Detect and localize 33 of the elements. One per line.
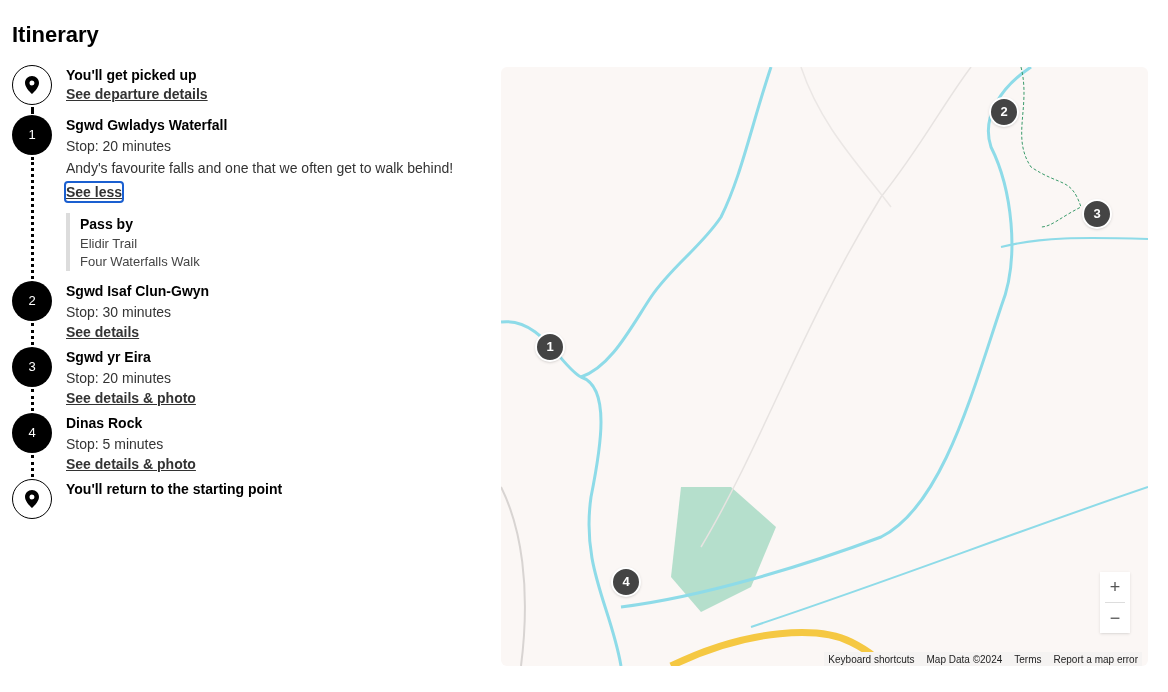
map-footer-link[interactable]: Map Data ©2024 — [926, 651, 1003, 666]
details-link[interactable]: See less — [66, 183, 123, 201]
step-title: Sgwd Gwladys Waterfall — [66, 116, 228, 135]
zoom-in-button[interactable]: + — [1100, 572, 1130, 602]
pass-by-heading: Pass by — [80, 215, 134, 234]
step-title: Sgwd Isaf Clun-Gwyn — [66, 282, 210, 301]
stop-number: 3 — [12, 347, 52, 387]
map-footer-link[interactable]: Terms — [1014, 651, 1042, 666]
stop-number: 1 — [12, 115, 52, 155]
map-footer-link[interactable]: Keyboard shortcuts — [828, 651, 915, 666]
details-link[interactable]: See departure details — [66, 85, 208, 103]
step-title: You'll return to the starting point — [66, 480, 283, 499]
map[interactable]: 1 2 3 4 + − Keyboard shortcuts Map Data ©2024 Terms Report a map error — [501, 67, 1148, 666]
details-link[interactable]: See details & photo — [66, 389, 196, 407]
stop-duration: Stop: 20 minutes — [66, 137, 172, 156]
stop-description: Andy's favourite falls and one that we often get to walk behind! — [66, 159, 454, 178]
pass-by-item: Elidir Trail — [80, 235, 139, 253]
step-title: Dinas Rock — [66, 414, 143, 433]
stop-number: 4 — [12, 413, 52, 453]
step-title: Sgwd yr Eira — [66, 348, 151, 367]
location-pin-icon — [25, 76, 39, 94]
itinerary-title: Itinerary — [12, 21, 100, 49]
step-title: You'll get picked up — [66, 66, 197, 85]
zoom-out-button[interactable]: − — [1100, 603, 1130, 633]
location-pin-icon — [25, 490, 39, 508]
stop-number: 2 — [12, 281, 52, 321]
map-footer-link[interactable]: Report a map error — [1053, 651, 1138, 666]
pass-by-item: Four Waterfalls Walk — [80, 253, 200, 271]
details-link[interactable]: See details — [66, 323, 140, 341]
stop-duration: Stop: 30 minutes — [66, 303, 172, 322]
details-link[interactable]: See details & photo — [66, 455, 196, 473]
stop-duration: Stop: 20 minutes — [66, 369, 172, 388]
stop-duration: Stop: 5 minutes — [66, 435, 164, 454]
